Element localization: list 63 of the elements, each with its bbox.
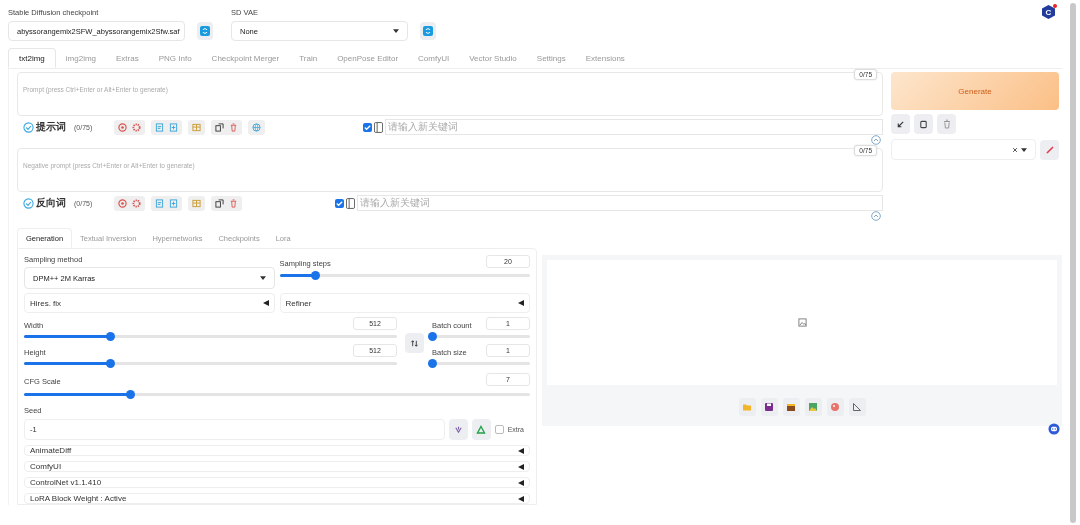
clear-button[interactable] — [914, 114, 933, 134]
panel-icon[interactable] — [346, 197, 355, 209]
tab[interactable]: txt2img — [8, 48, 56, 68]
document-icon[interactable] — [155, 122, 165, 132]
panel-icon[interactable] — [374, 121, 383, 133]
checkbox[interactable] — [363, 122, 372, 132]
trash-icon — [941, 119, 952, 129]
accordion-header[interactable]: ComfyUI — [24, 461, 530, 472]
close-icon[interactable] — [1012, 146, 1019, 153]
check-circle-icon — [23, 197, 34, 209]
check-circle-icon — [23, 121, 34, 133]
checkbox[interactable] — [335, 198, 344, 208]
swap-icon — [410, 338, 419, 348]
app-logo[interactable]: C — [1042, 5, 1055, 19]
accordion-header[interactable]: Refiner — [279, 293, 530, 313]
archive-button[interactable] — [782, 398, 800, 416]
palette-icon — [830, 402, 840, 412]
square-icon — [919, 119, 928, 129]
checkbox[interactable] — [494, 425, 504, 434]
accordion-header[interactable]: Hires. fix — [24, 293, 275, 313]
ruler-button[interactable] — [848, 398, 866, 416]
box-icon — [786, 402, 796, 412]
prompt-title: 反向词 — [36, 196, 66, 210]
globe-icon[interactable] — [252, 122, 262, 132]
grid-icon[interactable] — [192, 122, 202, 132]
prompt-title: 提示词 — [36, 120, 66, 134]
trash-icon[interactable] — [229, 122, 239, 132]
collapse-icon[interactable] — [871, 135, 881, 145]
arrow-icon — [896, 119, 905, 129]
image-icon — [797, 318, 807, 327]
swap-button[interactable] — [405, 333, 424, 353]
triangle-ruler-icon — [852, 402, 862, 412]
save-button[interactable] — [760, 398, 778, 416]
palette-button[interactable] — [826, 398, 844, 416]
copy-icon[interactable] — [215, 198, 225, 208]
save-icon — [764, 402, 774, 412]
slider-thumb[interactable] — [126, 390, 136, 399]
slider-thumb[interactable] — [428, 359, 437, 368]
copy-icon[interactable] — [215, 122, 225, 132]
caret-icon — [1021, 147, 1028, 152]
slider-thumb[interactable] — [310, 271, 320, 280]
caret-icon — [393, 29, 399, 33]
slider-thumb[interactable] — [105, 359, 115, 368]
paste-button[interactable] — [891, 114, 910, 134]
slider-thumb[interactable] — [105, 332, 115, 341]
slider-thumb[interactable] — [428, 332, 437, 341]
refresh-button[interactable] — [197, 22, 213, 40]
collapse-icon[interactable] — [871, 211, 881, 221]
refresh-button[interactable] — [420, 22, 436, 40]
grid-icon[interactable] — [192, 198, 202, 208]
pencil-icon — [1044, 144, 1055, 155]
folder-icon — [742, 402, 752, 412]
image-icon — [808, 402, 818, 412]
accordion-header[interactable]: AnimateDiff — [24, 445, 530, 456]
scrollbar[interactable] — [1070, 3, 1076, 523]
caret-icon — [259, 276, 266, 280]
chat-bot-icon[interactable] — [1048, 423, 1060, 435]
trash-icon[interactable] — [229, 198, 239, 208]
edit-button[interactable] — [1040, 139, 1059, 160]
document-icon[interactable] — [155, 198, 165, 208]
image-button[interactable] — [804, 398, 822, 416]
accordion-header[interactable]: ControlNet v1.1.410 — [24, 477, 530, 488]
accordion-header[interactable]: LoRA Block Weight : Active — [24, 493, 530, 504]
